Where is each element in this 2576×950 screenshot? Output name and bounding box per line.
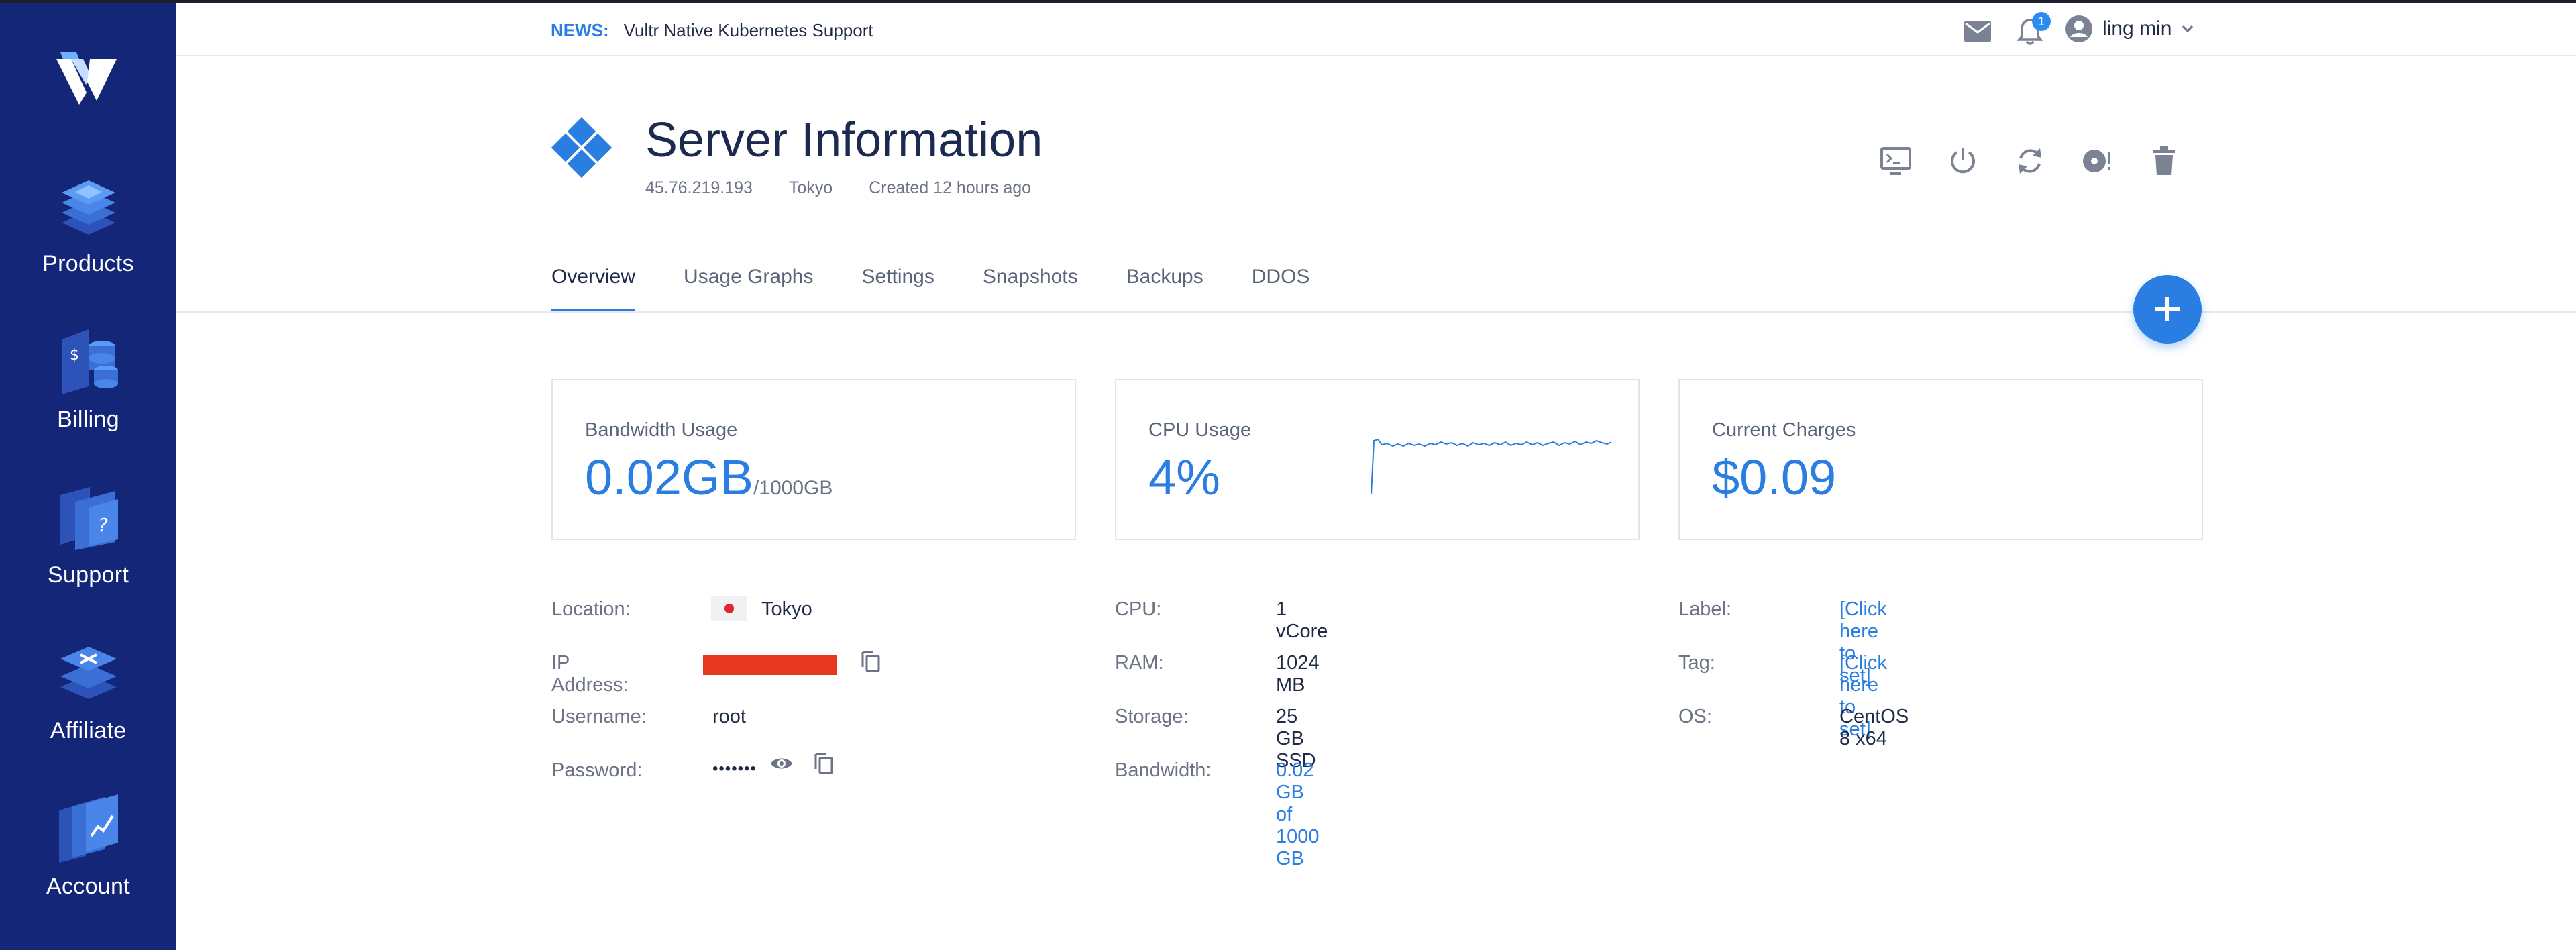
tab-ddos[interactable]: DDOS [1252,266,1310,311]
account-icon [58,794,118,863]
copy-ip-button[interactable] [857,648,884,675]
sidebar-item-products[interactable]: Products [0,164,176,298]
bandwidth-used: 0.02GB [585,450,753,505]
cpu-usage-sparkline [1371,438,1612,495]
tab-snapshots[interactable]: Snapshots [983,266,1078,311]
bandwidth-usage-label: Bandwidth Usage [585,419,738,441]
tab-overview[interactable]: Overview [551,266,636,311]
user-avatar-icon [2065,15,2092,42]
server-type-icon [551,117,612,178]
copy-password-button[interactable] [810,750,837,777]
server-meta: 45.76.219.193 Tokyo Created 12 hours ago [645,178,1031,198]
bandwidth-usage-card: Bandwidth Usage 0.02GB/1000GB [551,379,1076,540]
sidebar-item-account[interactable]: Account [0,786,176,920]
user-name: ling min [2102,17,2172,40]
vultr-logo[interactable] [56,52,117,106]
console-icon [1880,147,1911,175]
server-location: Tokyo [788,178,833,197]
svg-text:$: $ [70,347,79,364]
restart-icon [2019,148,2041,174]
mail-icon [1964,21,1991,42]
eye-icon [771,758,792,769]
copy-icon [861,651,880,672]
user-menu[interactable]: ling min [2065,15,2194,43]
japan-flag-icon [711,596,747,621]
affiliate-icon [60,647,117,699]
label-label: Label: [1678,598,1732,620]
console-button[interactable] [1878,144,1913,178]
svg-text:?: ? [98,514,108,536]
username-value: root [712,706,746,727]
notification-badge: 1 [2032,12,2051,31]
cpu-label: CPU: [1115,598,1162,620]
flag-circle [724,604,734,613]
username-label: Username: [551,706,647,727]
os-value: CentOS 8 x64 [1839,706,1909,749]
sidebar: Products $ Billing ? Support Affiliate A… [0,3,176,950]
password-value: ••••••• [712,759,757,778]
cpu-usage-card: CPU Usage 4% [1115,379,1640,540]
products-icon [61,180,115,235]
news-banner[interactable]: NEWS: Vultr Native Kubernetes Support [551,20,873,41]
cpu-usage-value: 4% [1148,450,1220,505]
tab-settings[interactable]: Settings [861,266,934,311]
cpu-usage-label: CPU Usage [1148,419,1252,441]
disc-icon [2083,150,2110,172]
power-button[interactable] [1945,144,1980,178]
bandwidth-usage-value: 0.02GB/1000GB [585,449,833,506]
plus-icon [2155,297,2180,321]
copy-icon [814,753,833,774]
sidebar-item-label: Support [47,562,129,588]
ip-address-label: IP Address: [551,652,629,696]
page-title: Server Information [645,113,1043,167]
add-button[interactable] [2133,275,2202,344]
trash-icon [2153,146,2175,175]
server-created: Created 12 hours ago [869,178,1032,197]
server-ip: 45.76.219.193 [645,178,753,197]
location-value: Tokyo [761,598,812,620]
sidebar-item-label: Products [42,251,134,276]
sidebar-item-affiliate[interactable]: Affiliate [0,631,176,765]
ram-label: RAM: [1115,652,1164,674]
chevron-down-icon [2182,25,2194,33]
sidebar-item-label: Affiliate [50,718,127,743]
billing-icon: $ [61,329,118,394]
tab-backups[interactable]: Backups [1126,266,1203,311]
tab-bar: Overview Usage Graphs Settings Snapshots… [551,266,1358,311]
tab-divider [176,311,2576,313]
bandwidth-total: /1000GB [753,477,833,499]
server-actions [1878,144,2182,178]
current-charges-label: Current Charges [1712,419,1856,441]
news-text[interactable]: Vultr Native Kubernetes Support [624,20,873,41]
sidebar-item-label: Account [46,874,130,899]
reinstall-button[interactable] [2080,144,2114,178]
location-label: Location: [551,598,631,620]
notifications-button[interactable]: 1 [2013,12,2051,48]
show-password-button[interactable] [768,750,795,777]
top-header: NEWS: Vultr Native Kubernetes Support 1 … [176,3,2576,56]
news-label: NEWS: [551,20,609,40]
tag-label: Tag: [1678,652,1715,674]
delete-button[interactable] [2147,144,2182,178]
sidebar-item-label: Billing [57,407,119,432]
mail-button[interactable] [1961,15,1994,48]
password-label: Password: [551,759,643,781]
cpu-value: 1 vCore [1276,598,1328,642]
sidebar-item-support[interactable]: ? Support [0,475,176,609]
support-icon: ? [60,487,118,550]
power-icon [1951,148,1975,174]
ip-address-redacted [703,655,837,675]
restart-button[interactable] [2012,144,2047,178]
current-charges-card: Current Charges $0.09 [1678,379,2203,540]
os-label: OS: [1678,706,1712,727]
bandwidth-link[interactable]: 0.02 GB of 1000 GB [1276,759,1320,870]
storage-label: Storage: [1115,706,1189,727]
ram-value: 1024 MB [1276,652,1320,696]
tab-usage-graphs[interactable]: Usage Graphs [684,266,813,311]
sidebar-item-billing[interactable]: $ Billing [0,319,176,454]
bandwidth-label: Bandwidth: [1115,759,1212,781]
current-charges-value: $0.09 [1712,450,1837,505]
